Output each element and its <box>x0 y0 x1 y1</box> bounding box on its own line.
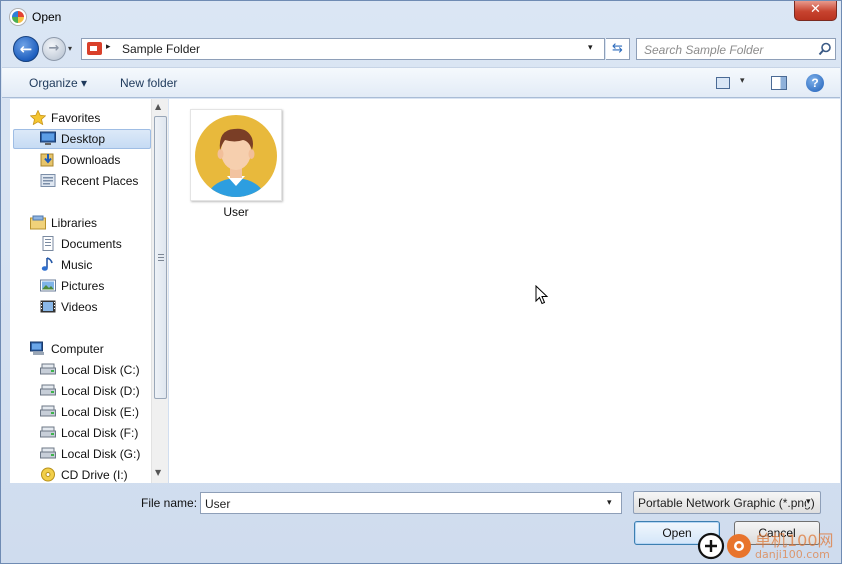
sidebar-item-documents[interactable]: Documents <box>40 234 150 254</box>
file-name-input[interactable]: User ▾ <box>200 492 622 514</box>
address-dropdown-icon[interactable]: ▾ <box>588 43 593 53</box>
sidebar-item-local-disk-c[interactable]: Local Disk (C:) <box>40 360 150 380</box>
back-button[interactable]: ← <box>13 36 39 62</box>
sidebar-item-label: Documents <box>61 237 122 251</box>
documents-icon <box>42 236 54 251</box>
music-icon <box>41 257 53 271</box>
search-icon[interactable] <box>818 42 832 56</box>
sidebar-item-cd-drive[interactable]: CD Drive (I:) <box>40 465 150 485</box>
address-bar[interactable]: ▸ Sample Folder ▾ <box>81 38 605 60</box>
hard-disk-icon <box>40 426 56 438</box>
breadcrumb-current-folder[interactable]: Sample Folder <box>122 42 200 56</box>
star-icon <box>30 110 46 125</box>
hard-disk-icon <box>40 405 56 417</box>
title-bar: Open ✕ <box>1 1 841 33</box>
hard-disk-icon <box>40 447 56 459</box>
sidebar-item-label: Videos <box>61 300 98 314</box>
user-avatar-image <box>195 115 277 197</box>
scroll-down-arrow-icon[interactable]: ▼ <box>155 468 161 477</box>
sidebar-item-local-disk-g[interactable]: Local Disk (G:) <box>40 444 150 464</box>
window-title: Open <box>32 10 62 24</box>
file-name-dropdown-icon[interactable]: ▾ <box>607 498 612 508</box>
hard-disk-icon <box>40 363 56 375</box>
sidebar-item-label: Downloads <box>61 153 121 167</box>
sidebar-item-label: Favorites <box>51 111 101 125</box>
file-thumbnail <box>190 109 282 201</box>
file-list-pane[interactable]: User <box>169 99 840 483</box>
file-name-field-label: File name: <box>141 496 198 510</box>
sidebar-item-label: Recent Places <box>61 174 139 188</box>
scroll-up-arrow-icon[interactable]: ▲ <box>155 102 161 111</box>
sidebar-item-local-disk-d[interactable]: Local Disk (D:) <box>40 381 150 401</box>
sidebar-item-pictures[interactable]: Pictures <box>40 276 150 296</box>
sidebar-item-label: Computer <box>51 342 104 356</box>
sidebar-item-label: CD Drive (I:) <box>61 468 128 482</box>
command-toolbar: Organize ▾ New folder ▾ ? <box>2 67 840 98</box>
breadcrumb-arrow-icon[interactable]: ▸ <box>106 42 111 52</box>
scrollbar-thumb[interactable] <box>154 116 167 399</box>
navigation-scrollbar[interactable]: ▲ ▼ <box>151 99 168 483</box>
view-options-dropdown-icon[interactable]: ▾ <box>740 76 745 86</box>
recent-places-icon <box>40 174 56 187</box>
sidebar-item-music[interactable]: Music <box>40 255 150 275</box>
help-icon[interactable]: ? <box>806 74 824 92</box>
folder-icon <box>87 42 102 55</box>
sidebar-item-label: Libraries <box>51 216 98 230</box>
file-name-label: User <box>223 205 249 219</box>
sidebar-item-label: Local Disk (D:) <box>61 384 140 398</box>
back-arrow-icon: ← <box>19 40 33 58</box>
file-name-value[interactable]: User <box>205 497 230 511</box>
sidebar-item-local-disk-e[interactable]: Local Disk (E:) <box>40 402 150 422</box>
pictures-icon <box>40 279 56 292</box>
sidebar-item-favorites[interactable]: Favorites <box>30 108 150 128</box>
sidebar-item-computer[interactable]: Computer <box>30 339 150 359</box>
file-type-dropdown-icon[interactable]: ▾ <box>806 497 811 507</box>
close-icon: ✕ <box>810 2 821 17</box>
sidebar-item-label: Local Disk (C:) <box>61 363 140 377</box>
sidebar-item-label: Local Disk (E:) <box>61 405 140 419</box>
organize-button[interactable]: Organize ▾ <box>29 76 87 90</box>
refresh-icon: ⇆ <box>612 41 623 56</box>
cd-drive-icon <box>41 467 55 482</box>
videos-icon <box>40 300 56 313</box>
sidebar-item-local-disk-f[interactable]: Local Disk (F:) <box>40 423 150 443</box>
hard-disk-icon <box>40 384 56 396</box>
sidebar-item-videos[interactable]: Videos <box>40 297 150 317</box>
downloads-icon <box>40 153 54 167</box>
file-type-value: Portable Network Graphic (*.png) <box>638 496 815 510</box>
mouse-cursor-icon <box>535 285 549 305</box>
change-view-icon[interactable] <box>716 77 730 89</box>
sidebar-item-label: Local Disk (F:) <box>61 426 139 440</box>
computer-icon <box>30 341 44 355</box>
recent-locations-dropdown-icon[interactable]: ▾ <box>68 44 72 53</box>
watermark-url: danji100.com <box>755 548 830 561</box>
sidebar-item-label: Pictures <box>61 279 105 293</box>
site-watermark: 单机100网 danji100.com <box>697 525 842 564</box>
sidebar-item-desktop[interactable]: Desktop <box>40 129 150 149</box>
file-type-select[interactable]: Portable Network Graphic (*.png) ▾ <box>633 491 821 514</box>
refresh-button[interactable]: ⇆ <box>606 38 630 60</box>
libraries-icon <box>30 215 46 230</box>
forward-arrow-icon: → <box>48 41 60 56</box>
file-item-user[interactable]: User <box>190 109 282 219</box>
sidebar-item-downloads[interactable]: Downloads <box>40 150 150 170</box>
search-input[interactable]: Search Sample Folder <box>636 38 836 60</box>
search-placeholder: Search Sample Folder <box>644 43 764 57</box>
new-folder-button[interactable]: New folder <box>120 76 177 90</box>
forward-button[interactable]: → <box>42 37 66 61</box>
app-icon <box>10 9 26 25</box>
close-button[interactable]: ✕ <box>794 1 837 21</box>
navigation-pane: Favorites Desktop Downloads Recent Place… <box>10 99 168 483</box>
sidebar-item-label: Local Disk (G:) <box>61 447 141 461</box>
scrollbar-grip-icon <box>158 254 164 261</box>
sidebar-item-libraries[interactable]: Libraries <box>30 213 150 233</box>
desktop-icon <box>40 131 56 145</box>
sidebar-item-recent-places[interactable]: Recent Places <box>40 171 150 191</box>
watermark-logo-icon <box>697 532 751 560</box>
open-dialog-window: Open ✕ ← → ▾ ▸ Sample Folder ▾ ⇆ Search … <box>0 0 842 564</box>
sidebar-item-label: Desktop <box>61 132 106 146</box>
sidebar-item-label: Music <box>61 258 93 272</box>
preview-pane-icon[interactable] <box>771 76 787 90</box>
